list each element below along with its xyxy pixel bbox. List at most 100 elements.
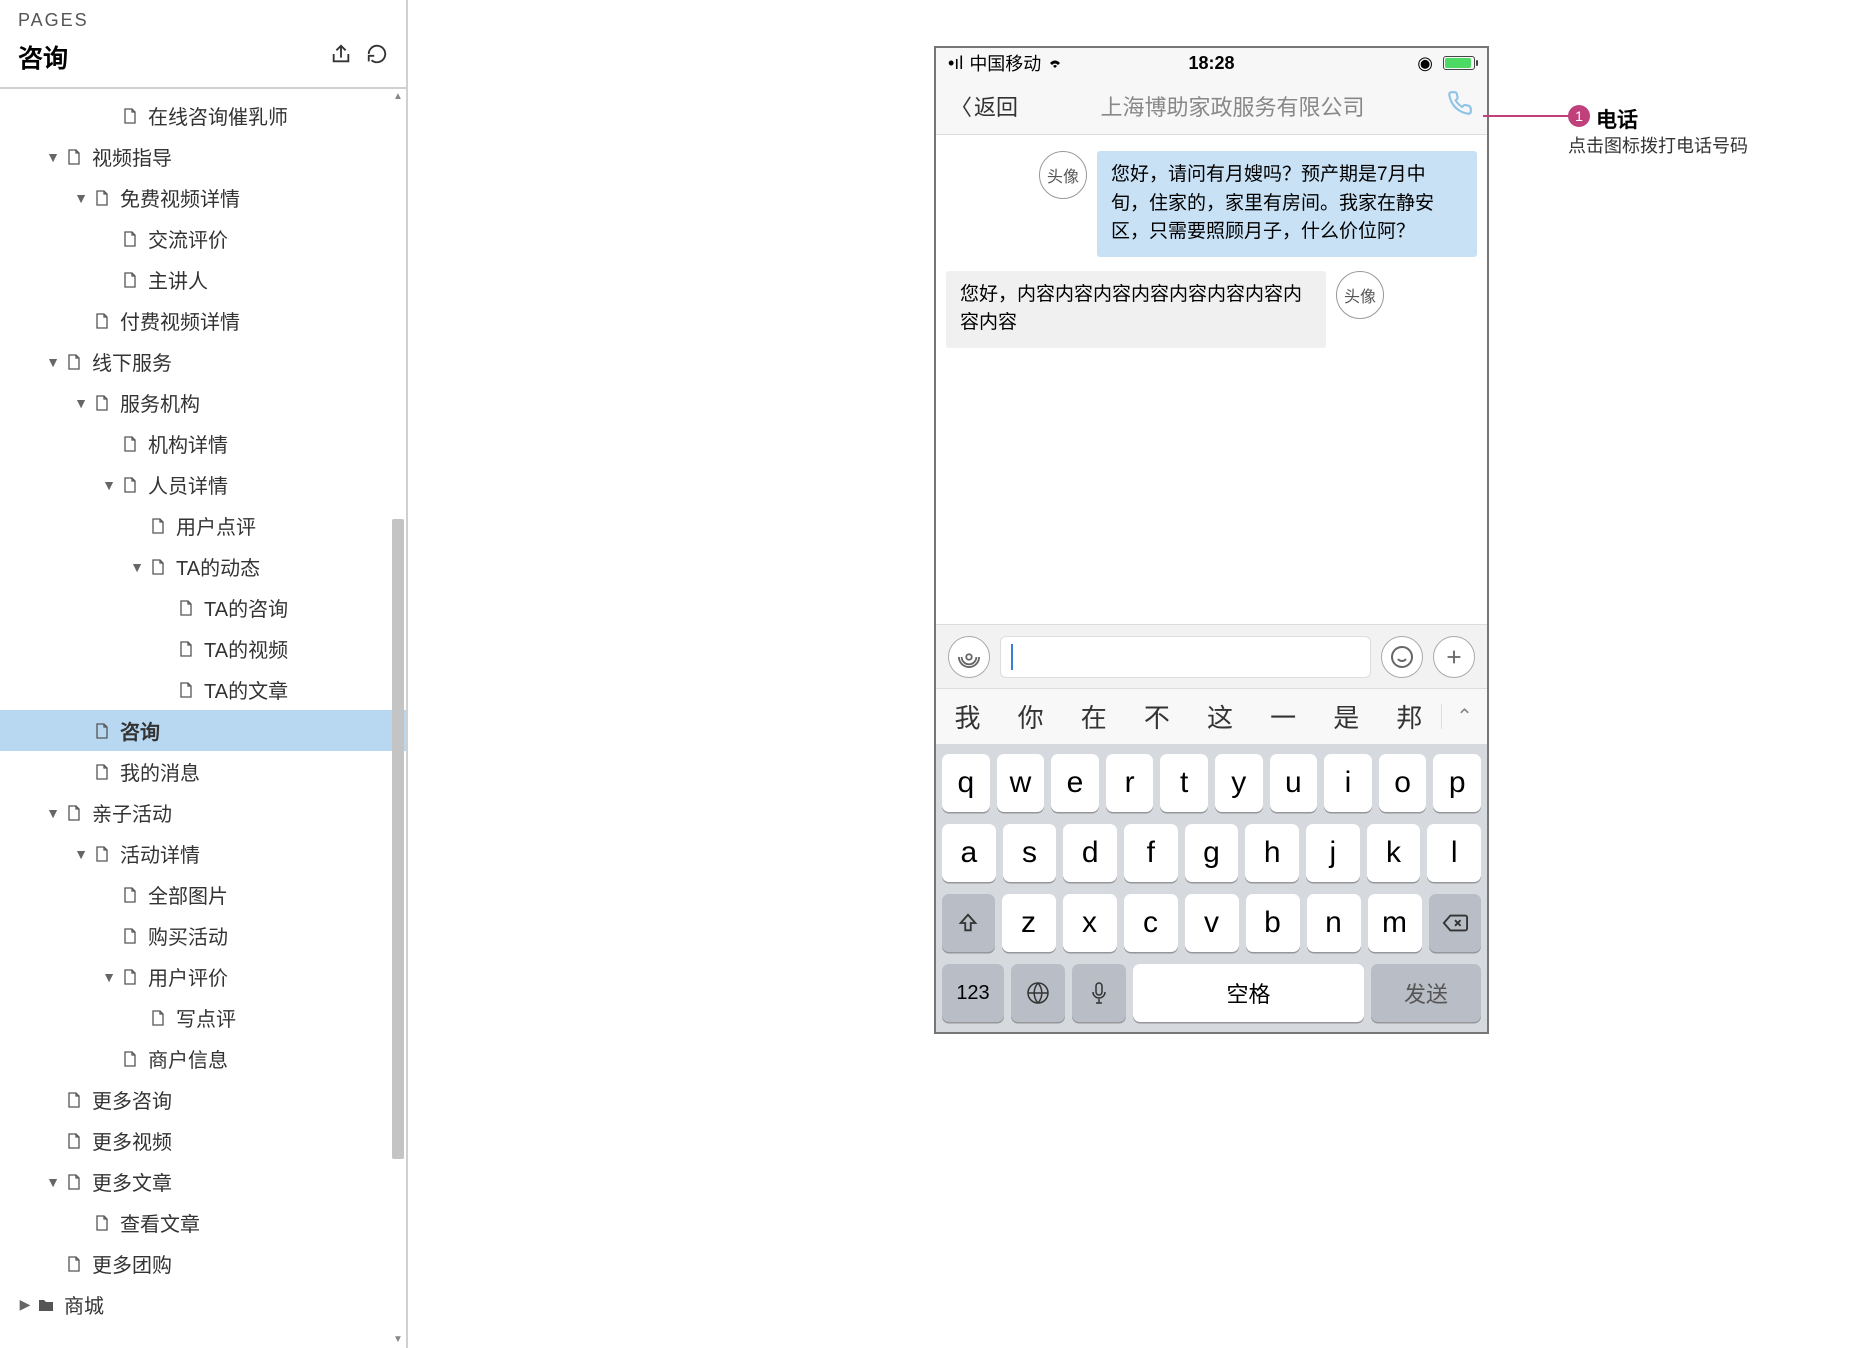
caret-down-icon[interactable]: ▼ xyxy=(44,805,62,821)
delete-key[interactable] xyxy=(1429,894,1482,952)
predictive-candidate[interactable]: 你 xyxy=(999,698,1062,735)
tree-item[interactable]: 主讲人 xyxy=(0,259,406,300)
key-f[interactable]: f xyxy=(1124,824,1178,882)
key-u[interactable]: u xyxy=(1270,754,1318,812)
tree-item[interactable]: TA的视频 xyxy=(0,628,406,669)
scroll-thumb[interactable] xyxy=(392,519,404,1159)
key-o[interactable]: o xyxy=(1379,754,1427,812)
chevron-up-icon[interactable]: ⌃ xyxy=(1441,704,1487,729)
tree-item[interactable]: 我的消息 xyxy=(0,751,406,792)
tree-item[interactable]: TA的文章 xyxy=(0,669,406,710)
key-y[interactable]: y xyxy=(1215,754,1263,812)
numeric-key[interactable]: 123 xyxy=(942,964,1004,1022)
caret-down-icon[interactable]: ▼ xyxy=(128,559,146,575)
scrollbar[interactable]: ▲ ▼ xyxy=(390,89,406,1348)
predictive-candidate[interactable]: 这 xyxy=(1189,698,1252,735)
tree-item[interactable]: TA的咨询 xyxy=(0,587,406,628)
tree-item[interactable]: ▼服务机构 xyxy=(0,382,406,423)
tree-item[interactable]: 更多团购 xyxy=(0,1243,406,1284)
tree-item[interactable]: 在线咨询催乳师 xyxy=(0,95,406,136)
predictive-candidate[interactable]: 我 xyxy=(936,698,999,735)
predictive-candidate[interactable]: 邦 xyxy=(1378,698,1441,735)
avatar[interactable]: 头像 xyxy=(1336,271,1384,319)
shift-key[interactable] xyxy=(942,894,995,952)
globe-key[interactable] xyxy=(1011,964,1065,1022)
key-a[interactable]: a xyxy=(942,824,996,882)
key-w[interactable]: w xyxy=(997,754,1045,812)
tree-item[interactable]: 购买活动 xyxy=(0,915,406,956)
caret-down-icon[interactable]: ▼ xyxy=(44,149,62,165)
scroll-down-icon[interactable]: ▼ xyxy=(390,1332,406,1348)
tree-item[interactable]: ▶商城 xyxy=(0,1284,406,1325)
key-c[interactable]: c xyxy=(1124,894,1178,952)
send-key[interactable]: 发送 xyxy=(1371,964,1481,1022)
caret-down-icon[interactable]: ▼ xyxy=(100,477,118,493)
share-icon[interactable] xyxy=(330,43,352,72)
mic-key[interactable] xyxy=(1072,964,1126,1022)
tree-item[interactable]: 全部图片 xyxy=(0,874,406,915)
tree-item[interactable]: 更多视频 xyxy=(0,1120,406,1161)
predictive-candidate[interactable]: 一 xyxy=(1252,698,1315,735)
tree-item[interactable]: 查看文章 xyxy=(0,1202,406,1243)
avatar[interactable]: 头像 xyxy=(1039,151,1087,199)
key-s[interactable]: s xyxy=(1003,824,1057,882)
key-b[interactable]: b xyxy=(1246,894,1300,952)
predictive-candidate[interactable]: 不 xyxy=(1125,698,1188,735)
key-k[interactable]: k xyxy=(1367,824,1421,882)
chat-area[interactable]: 您好，请问有月嫂吗？预产期是7月中旬，住家的，家里有房间。我家在静安区，只需要照… xyxy=(936,135,1487,624)
tree-item[interactable]: 交流评价 xyxy=(0,218,406,259)
tree-item[interactable]: ▼活动详情 xyxy=(0,833,406,874)
key-t[interactable]: t xyxy=(1160,754,1208,812)
key-n[interactable]: n xyxy=(1307,894,1361,952)
back-button[interactable]: 〈 返回 xyxy=(950,90,1018,122)
key-e[interactable]: e xyxy=(1051,754,1099,812)
tree-item[interactable]: 商户信息 xyxy=(0,1038,406,1079)
key-m[interactable]: m xyxy=(1368,894,1422,952)
predictive-candidate[interactable]: 是 xyxy=(1315,698,1378,735)
tree-item[interactable]: ▼TA的动态 xyxy=(0,546,406,587)
key-z[interactable]: z xyxy=(1002,894,1056,952)
key-v[interactable]: v xyxy=(1185,894,1239,952)
space-key[interactable]: 空格 xyxy=(1133,964,1364,1022)
tree-item[interactable]: ▼免费视频详情 xyxy=(0,177,406,218)
caret-down-icon[interactable]: ▼ xyxy=(100,969,118,985)
voice-input-button[interactable] xyxy=(948,636,990,678)
key-d[interactable]: d xyxy=(1063,824,1117,882)
emoji-button[interactable] xyxy=(1381,636,1423,678)
key-q[interactable]: q xyxy=(942,754,990,812)
phone-icon[interactable] xyxy=(1447,90,1473,123)
caret-down-icon[interactable]: ▼ xyxy=(44,354,62,370)
key-x[interactable]: x xyxy=(1063,894,1117,952)
caret-right-icon[interactable]: ▶ xyxy=(16,1296,34,1313)
predictive-candidate[interactable]: 在 xyxy=(1062,698,1125,735)
tree-item[interactable]: ▼用户评价 xyxy=(0,956,406,997)
refresh-icon[interactable] xyxy=(366,43,388,72)
tree-item[interactable]: 用户点评 xyxy=(0,505,406,546)
scroll-up-icon[interactable]: ▲ xyxy=(390,89,406,105)
tree-item[interactable]: ▼人员详情 xyxy=(0,464,406,505)
tree-item-label: 用户点评 xyxy=(176,511,256,540)
caret-down-icon[interactable]: ▼ xyxy=(72,190,90,206)
tree-item[interactable]: ▼亲子活动 xyxy=(0,792,406,833)
key-j[interactable]: j xyxy=(1306,824,1360,882)
key-g[interactable]: g xyxy=(1185,824,1239,882)
key-l[interactable]: l xyxy=(1427,824,1481,882)
caret-down-icon[interactable]: ▼ xyxy=(44,1174,62,1190)
caret-down-icon[interactable]: ▼ xyxy=(72,395,90,411)
tree-item[interactable]: ▼更多文章 xyxy=(0,1161,406,1202)
message-input[interactable] xyxy=(1000,636,1371,678)
key-p[interactable]: p xyxy=(1433,754,1481,812)
tree-item[interactable]: 写点评 xyxy=(0,997,406,1038)
tree-item[interactable]: 咨询 xyxy=(0,710,406,751)
tree-item[interactable]: ▼线下服务 xyxy=(0,341,406,382)
caret-down-icon[interactable]: ▼ xyxy=(72,846,90,862)
tree-item[interactable]: ▼视频指导 xyxy=(0,136,406,177)
tree-item[interactable]: 机构详情 xyxy=(0,423,406,464)
key-i[interactable]: i xyxy=(1324,754,1372,812)
key-r[interactable]: r xyxy=(1106,754,1154,812)
tree-item[interactable]: 更多咨询 xyxy=(0,1079,406,1120)
tree-item[interactable]: 付费视频详情 xyxy=(0,300,406,341)
add-button[interactable] xyxy=(1433,636,1475,678)
key-h[interactable]: h xyxy=(1245,824,1299,882)
page-tree[interactable]: 在线咨询催乳师▼视频指导▼免费视频详情交流评价主讲人付费视频详情▼线下服务▼服务… xyxy=(0,89,406,1348)
